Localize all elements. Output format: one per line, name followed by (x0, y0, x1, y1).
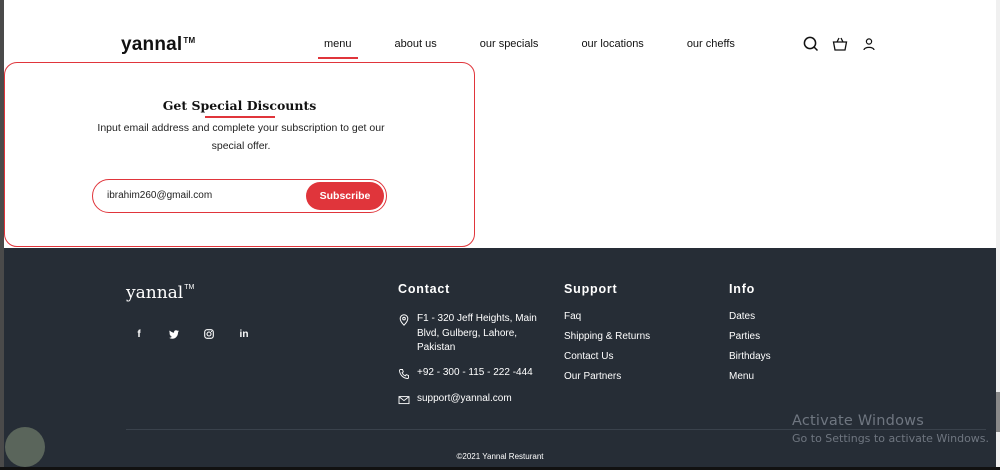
instagram-icon[interactable] (202, 327, 216, 341)
email-text[interactable]: support@yannal.com (417, 392, 547, 407)
info-link-menu[interactable]: Menu (729, 371, 754, 382)
nav-item-our-locations[interactable]: our locations (575, 38, 649, 50)
nav-item-menu[interactable]: menu (318, 38, 358, 59)
nav-item-about-us[interactable]: about us (389, 38, 443, 50)
facebook-icon[interactable]: f (132, 327, 146, 341)
title-underline (205, 116, 275, 118)
nav-item-our-specials[interactable]: our specials (474, 38, 545, 50)
twitter-icon[interactable] (167, 327, 181, 341)
support-link-partners[interactable]: Our Partners (564, 371, 621, 382)
subscribe-button[interactable]: Subscribe (306, 182, 384, 210)
support-link-contact[interactable]: Contact Us (564, 351, 613, 362)
main-nav: menu about us our specials our locations… (318, 38, 772, 59)
contact-email: support@yannal.com (398, 392, 547, 407)
trademark-mark: TM (183, 36, 196, 45)
info-link-parties[interactable]: Parties (729, 331, 760, 342)
header-logo[interactable]: yannalTM (121, 34, 195, 56)
search-icon[interactable] (803, 36, 819, 52)
footer-logo[interactable]: yannalTM (126, 283, 194, 303)
support-heading: Support (564, 282, 618, 296)
trademark-mark: TM (184, 284, 195, 291)
subscribe-form: Subscribe (92, 179, 387, 213)
support-link-faq[interactable]: Faq (564, 311, 581, 322)
phone-icon (398, 367, 410, 379)
copyright-text: ©2021 Yannal Resturant (456, 452, 544, 461)
user-icon[interactable] (861, 36, 877, 52)
nav-item-our-cheffs[interactable]: our cheffs (681, 38, 741, 50)
social-links: f in (132, 327, 272, 341)
contact-heading: Contact (398, 282, 451, 296)
email-input[interactable] (107, 190, 297, 201)
envelope-icon (398, 393, 410, 405)
info-link-dates[interactable]: Dates (729, 311, 755, 322)
contact-phone: +92 - 300 - 115 - 222 -444 (398, 366, 547, 381)
subscribe-title: Get Special Discounts (162, 98, 317, 113)
location-pin-icon (398, 313, 410, 326)
contact-address: F1 - 320 Jeff Heights, Main Blvd, Gulber… (398, 312, 547, 356)
info-link-birthdays[interactable]: Birthdays (729, 351, 771, 362)
subscribe-description: Input email address and complete your su… (97, 122, 385, 152)
address-text: F1 - 320 Jeff Heights, Main Blvd, Gulber… (417, 313, 537, 353)
linkedin-icon[interactable]: in (237, 327, 251, 341)
phone-text[interactable]: +92 - 300 - 115 - 222 -444 (417, 366, 547, 381)
subscribe-card: Get Special Discounts Input email addres… (4, 62, 475, 247)
scrollbar-thumb[interactable] (996, 392, 1000, 432)
support-link-shipping[interactable]: Shipping & Returns (564, 331, 650, 342)
app-watermark-logo (5, 427, 45, 467)
info-heading: Info (729, 282, 756, 296)
activate-title: Activate Windows (792, 413, 924, 429)
activate-subtitle: Go to Settings to activate Windows. (792, 432, 990, 445)
header-actions (803, 36, 890, 52)
shopping-basket-icon[interactable] (832, 36, 848, 52)
windows-activation-watermark: Activate Windows Go to Settings to activ… (792, 413, 989, 445)
